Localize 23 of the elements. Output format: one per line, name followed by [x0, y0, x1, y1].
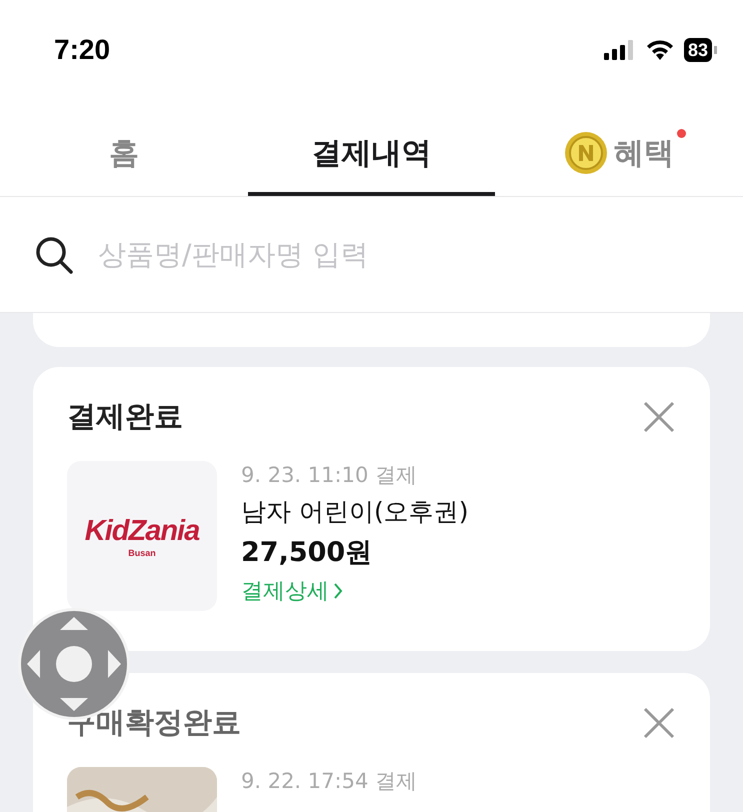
- status-time: 7:20: [54, 34, 110, 66]
- order-status: 구매확정완료: [67, 704, 241, 741]
- coin-icon: [564, 131, 608, 175]
- product-name: 남자 어린이(오후권): [241, 496, 468, 528]
- close-button[interactable]: [642, 400, 676, 434]
- chevron-right-icon: [333, 582, 343, 600]
- battery-level: 83: [684, 38, 712, 62]
- tab[interactable]: 혜택: [495, 100, 743, 196]
- payment-date: 9. 23. 11:10 결제: [241, 462, 417, 489]
- tab[interactable]: 결제내역: [248, 100, 496, 196]
- search-icon: [34, 234, 74, 274]
- signal-icon: [604, 40, 636, 60]
- logo-text: KidZania: [84, 514, 200, 548]
- order-status: 결제완료: [67, 398, 183, 435]
- wifi-icon: [646, 40, 674, 60]
- product-price: 27,500원: [241, 536, 372, 570]
- payment-date: 9. 22. 17:54 결제: [241, 768, 417, 795]
- close-button[interactable]: [642, 706, 676, 740]
- battery-cap-icon: [714, 46, 717, 54]
- payment-detail-link[interactable]: 결제상세: [241, 576, 343, 606]
- search-field[interactable]: 상품명/판매자명 입력: [96, 237, 709, 272]
- tab[interactable]: 홈: [0, 100, 248, 196]
- logo-subtext: Busan: [128, 548, 156, 558]
